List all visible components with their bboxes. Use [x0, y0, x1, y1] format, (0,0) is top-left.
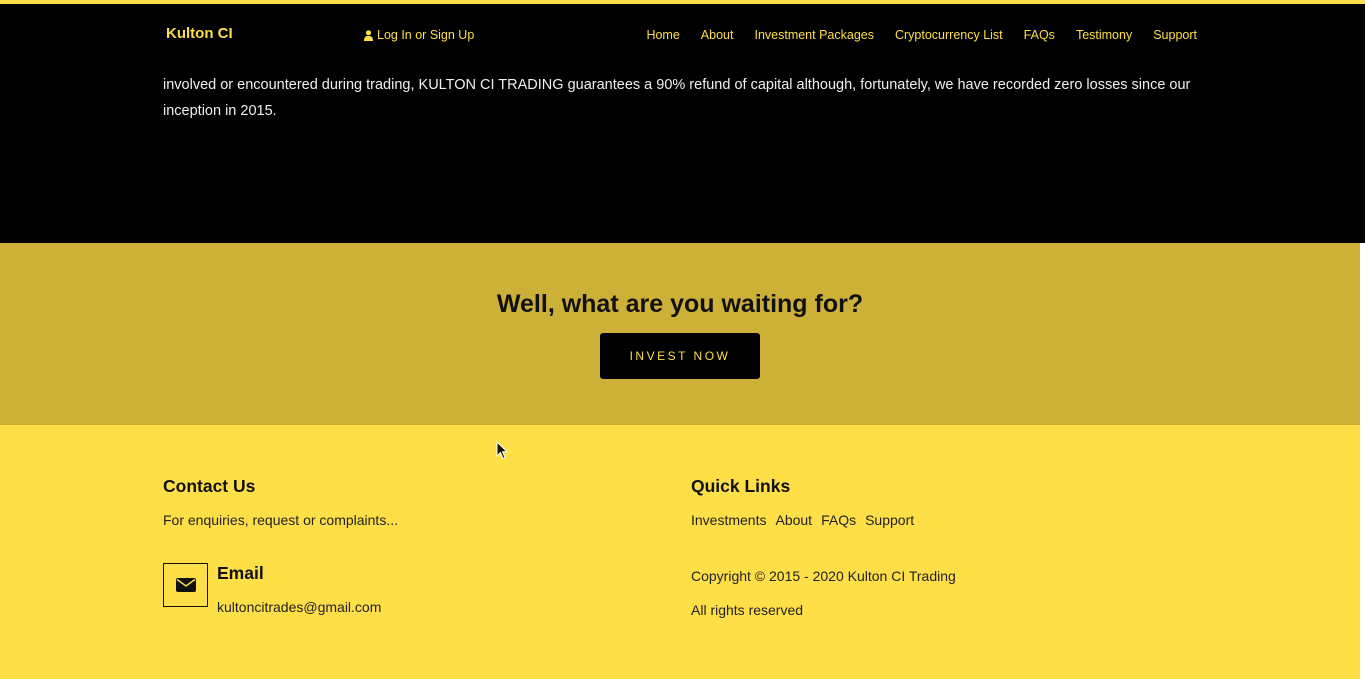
- cta-heading: Well, what are you waiting for?: [496, 290, 864, 318]
- rights-text: All rights reserved: [691, 602, 804, 618]
- quick-link-investments[interactable]: Investments: [691, 512, 766, 528]
- envelope-icon: [163, 563, 208, 607]
- email-address[interactable]: kultoncitrades@gmail.com: [217, 599, 381, 615]
- quick-links: Investments About FAQs Support: [691, 512, 914, 528]
- cta-section: Well, what are you waiting for? INVEST N…: [0, 243, 1360, 425]
- contact-title: Contact Us: [163, 476, 256, 496]
- intro-text: involved or encountered during trading, …: [163, 77, 1191, 119]
- brand-logo[interactable]: Kulton CI: [166, 25, 233, 42]
- scrollbar-gap: [1360, 243, 1365, 679]
- invest-now-button[interactable]: INVEST NOW: [600, 333, 760, 379]
- nav-testimony[interactable]: Testimony: [1076, 28, 1132, 42]
- quick-link-about[interactable]: About: [775, 512, 812, 528]
- mouse-cursor-icon: [496, 441, 508, 460]
- nav-support[interactable]: Support: [1153, 28, 1197, 42]
- nav-home[interactable]: Home: [646, 28, 679, 42]
- nav-cryptocurrency-list[interactable]: Cryptocurrency List: [895, 28, 1003, 42]
- navbar: Kulton CI Log In or Sign Up Home About I…: [0, 4, 1365, 66]
- nav-faqs[interactable]: FAQs: [1024, 28, 1055, 42]
- nav-links: Home About Investment Packages Cryptocur…: [646, 28, 1197, 42]
- quick-link-support[interactable]: Support: [865, 512, 914, 528]
- login-link[interactable]: Log In or Sign Up: [364, 28, 474, 42]
- quick-links-title: Quick Links: [691, 476, 791, 496]
- contact-subtitle: For enquiries, request or complaints...: [163, 512, 398, 528]
- nav-about[interactable]: About: [701, 28, 734, 42]
- nav-investment-packages[interactable]: Investment Packages: [754, 28, 874, 42]
- copyright-text: Copyright © 2015 - 2020 Kulton CI Tradin…: [691, 568, 956, 584]
- user-icon: [364, 29, 373, 41]
- login-label: Log In or Sign Up: [377, 28, 475, 42]
- page: Kulton CI Log In or Sign Up Home About I…: [0, 0, 1365, 679]
- intro-section: involved or encountered during trading, …: [0, 66, 1365, 243]
- email-title: Email: [217, 563, 264, 583]
- footer: Contact Us For enquiries, request or com…: [0, 425, 1360, 679]
- quick-link-faqs[interactable]: FAQs: [821, 512, 856, 528]
